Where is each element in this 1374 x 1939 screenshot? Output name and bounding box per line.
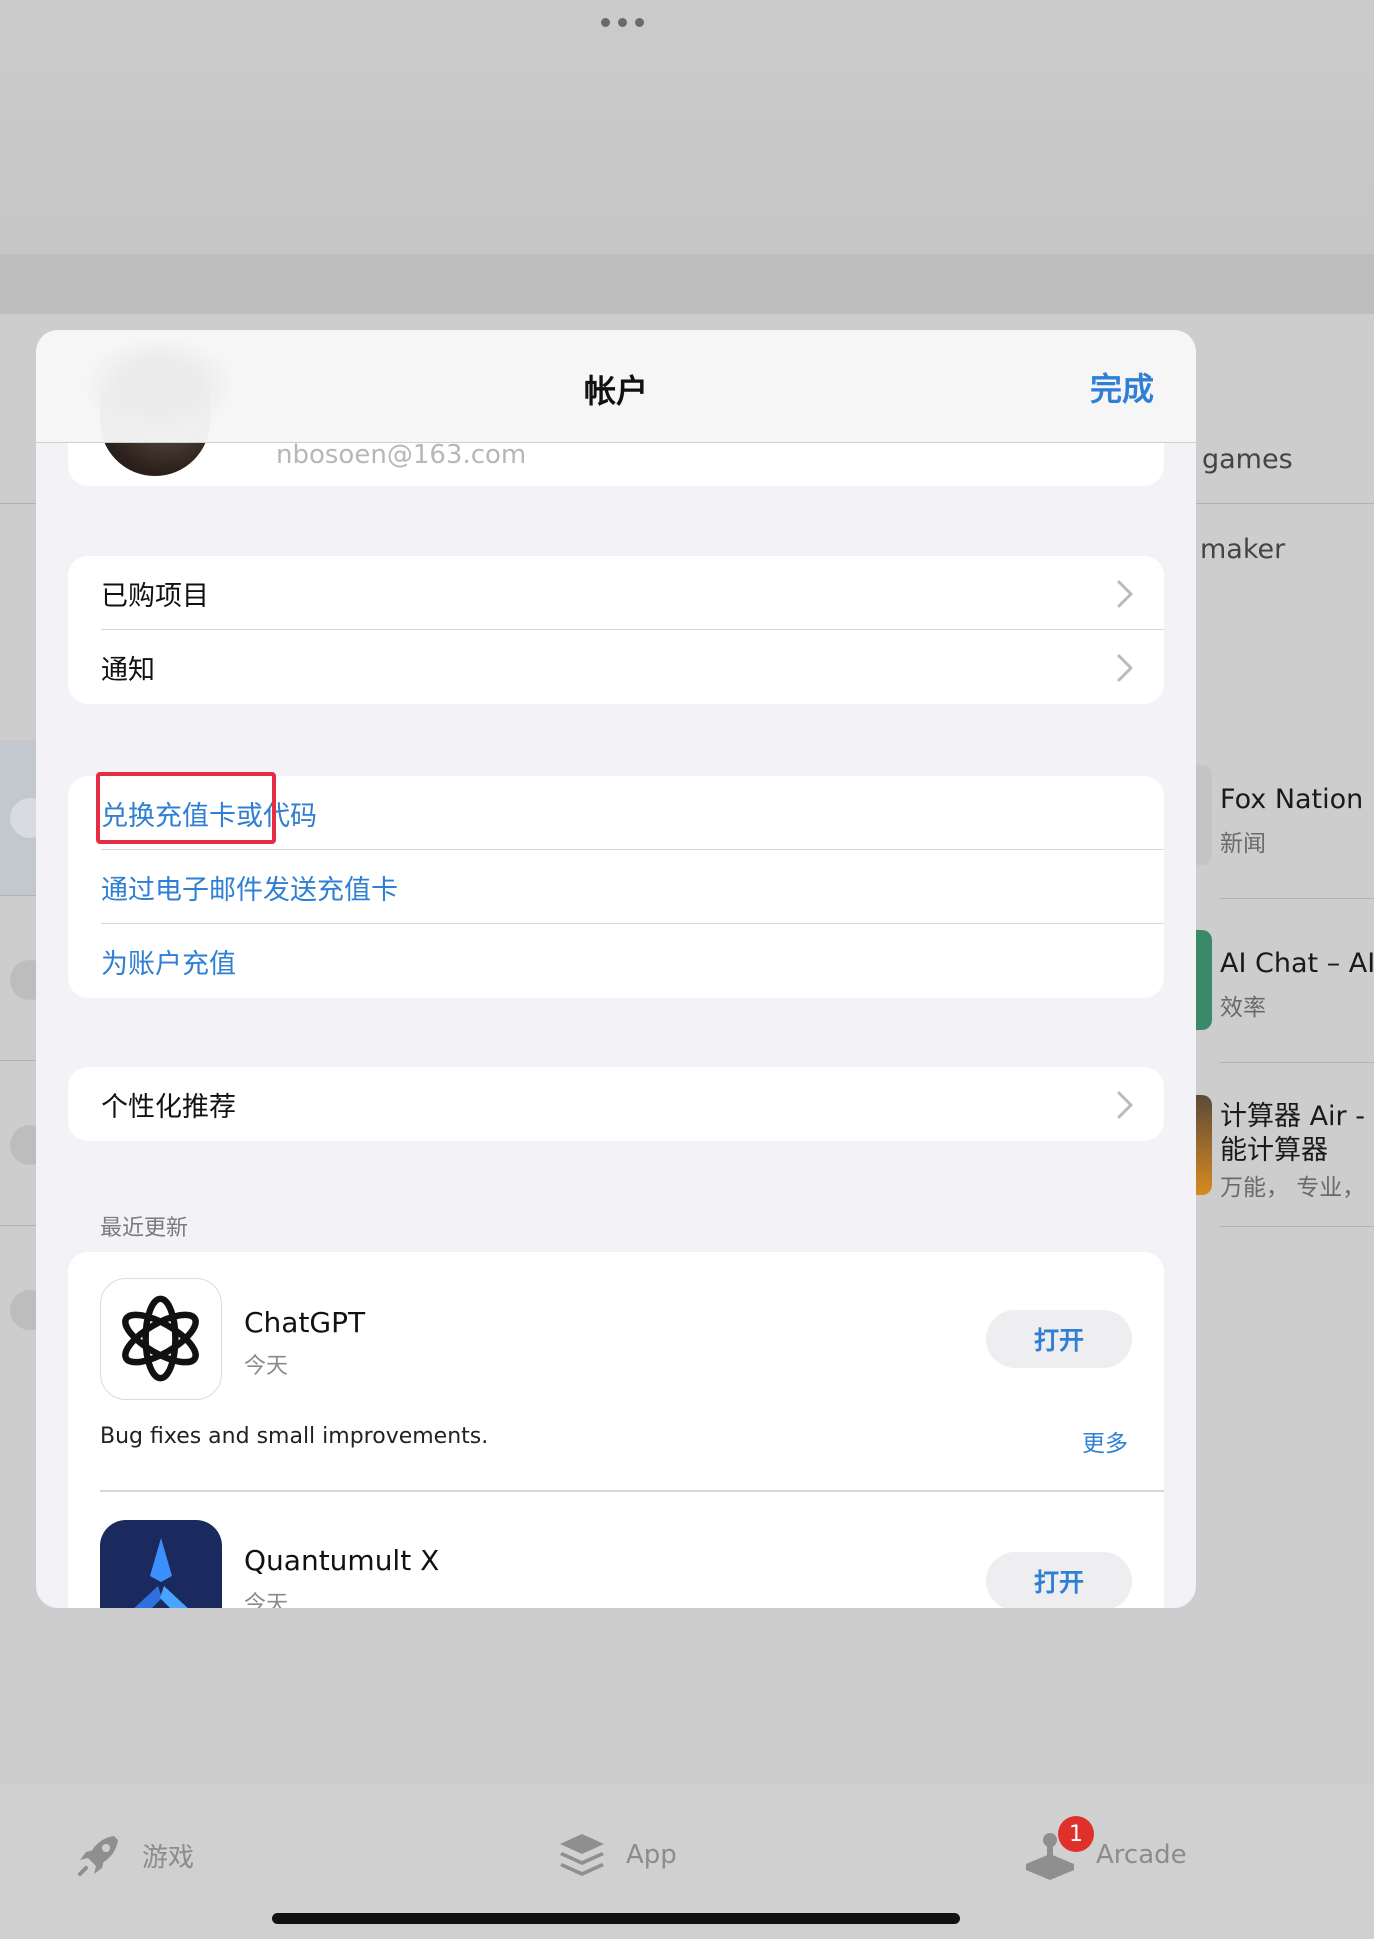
annotation-highlight-box xyxy=(96,772,276,844)
row-purchased-label: 已购项目 xyxy=(101,580,209,612)
tab-games-label: 游戏 xyxy=(142,1842,195,1873)
calculator-category: 万能， 专业， xyxy=(1220,1175,1366,1201)
row-send-gift-card[interactable]: 通过电子邮件发送充值卡 xyxy=(68,850,1164,924)
divider xyxy=(100,1490,1164,1492)
divider xyxy=(1220,1062,1374,1063)
row-purchased[interactable]: 已购项目 xyxy=(68,556,1164,630)
calculator-title-line2: 能计算器 xyxy=(1220,1135,1328,1166)
row-personalized-label: 个性化推荐 xyxy=(101,1091,236,1123)
row-notifications[interactable]: 通知 xyxy=(68,630,1164,704)
background-band xyxy=(0,254,1374,314)
chatgpt-open-button[interactable]: 打开 xyxy=(986,1310,1132,1368)
stack-icon xyxy=(556,1830,608,1880)
divider xyxy=(0,1060,36,1061)
divider xyxy=(1220,898,1374,899)
quantumult-x-date: 今天 xyxy=(244,1592,289,1608)
chevron-right-icon xyxy=(1116,579,1134,613)
tab-arcade-label: Arcade xyxy=(1096,1840,1187,1870)
calculator-app-icon[interactable] xyxy=(1196,1095,1212,1195)
ai-chat-app-icon[interactable] xyxy=(1196,930,1212,1030)
row-add-funds[interactable]: 为账户充值 xyxy=(68,924,1164,998)
recent-updates-card: ChatGPT 今天 打开 Bug fixes and small improv… xyxy=(68,1252,1164,1608)
done-button[interactable]: 完成 xyxy=(1090,364,1154,410)
tab-arcade[interactable]: Arcade xyxy=(1022,1830,1187,1880)
chatgpt-release-notes: Bug fixes and small improvements. xyxy=(100,1424,489,1449)
divider xyxy=(0,895,36,896)
arcade-badge: 1 xyxy=(1058,1816,1094,1852)
background-header xyxy=(0,0,1374,254)
chevron-right-icon xyxy=(1116,653,1134,687)
row-personalized-recommendations[interactable]: 个性化推荐 xyxy=(68,1067,1164,1141)
ai-chat-category: 效率 xyxy=(1220,995,1266,1021)
fox-nation-app-icon[interactable] xyxy=(1196,765,1212,865)
divider xyxy=(0,1225,36,1226)
ai-chat-title[interactable]: AI Chat – AI xyxy=(1220,948,1374,979)
profile-email: nbosoen@163.com xyxy=(276,440,527,470)
chevron-right-icon xyxy=(1116,1090,1134,1124)
divider xyxy=(1220,1226,1374,1227)
purchases-group: 已购项目 通知 xyxy=(68,556,1164,704)
send-gift-card-link[interactable]: 通过电子邮件发送充值卡 xyxy=(101,868,398,907)
more-dots-icon[interactable] xyxy=(592,14,652,30)
chatgpt-more-link[interactable]: 更多 xyxy=(1082,1424,1128,1458)
rocket-icon xyxy=(74,1830,124,1880)
row-notifications-label: 通知 xyxy=(101,654,155,686)
chatgpt-name[interactable]: ChatGPT xyxy=(244,1306,365,1339)
tab-apps[interactable]: App xyxy=(556,1830,677,1880)
tab-games[interactable]: 游戏 xyxy=(74,1830,194,1880)
background-text-games: games xyxy=(1202,444,1293,475)
chatgpt-app-icon[interactable] xyxy=(100,1278,222,1400)
quantumult-x-open-button[interactable]: 打开 xyxy=(986,1552,1132,1608)
openai-logo-icon xyxy=(122,1295,199,1382)
tab-apps-label: App xyxy=(626,1840,677,1870)
quantumult-logo-icon xyxy=(134,1538,188,1608)
account-scroll[interactable]: nbosoen@163.com 已购项目 通知 兑换充值卡或代码 通过电子邮件发… xyxy=(36,330,1196,1608)
add-funds-link[interactable]: 为账户充值 xyxy=(101,942,236,981)
quantumult-x-name[interactable]: Quantumult X xyxy=(244,1544,439,1577)
home-indicator[interactable] xyxy=(272,1913,960,1924)
fox-nation-title[interactable]: Fox Nation xyxy=(1220,784,1363,815)
personalization-group: 个性化推荐 xyxy=(68,1067,1164,1141)
recent-updates-header: 最近更新 xyxy=(100,1216,189,1241)
page-title: 帐户 xyxy=(583,372,648,410)
quantumult-x-app-icon[interactable] xyxy=(100,1520,222,1608)
account-sheet: nbosoen@163.com 已购项目 通知 兑换充值卡或代码 通过电子邮件发… xyxy=(36,330,1196,1608)
sheet-nav-bar: 帐户 完成 xyxy=(36,330,1196,443)
background-text-maker: maker xyxy=(1200,534,1286,565)
chatgpt-date: 今天 xyxy=(244,1354,289,1379)
fox-nation-category: 新闻 xyxy=(1220,831,1266,857)
